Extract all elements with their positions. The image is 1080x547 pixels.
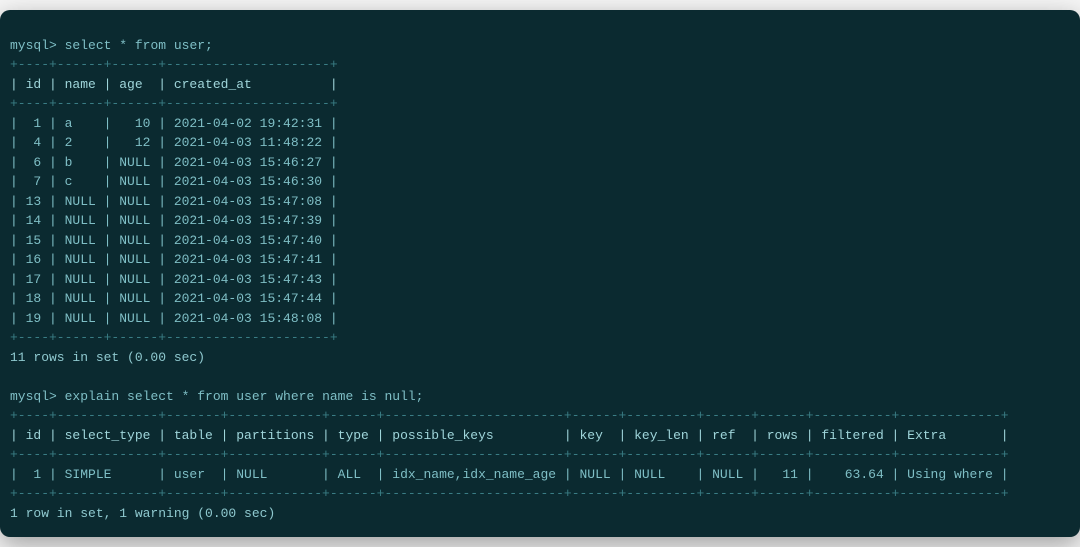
table2-border-top: +----+-------------+-------+------------…	[10, 408, 1009, 423]
table1-border-bottom: +----+------+------+--------------------…	[10, 330, 338, 345]
query1-status: 11 rows in set (0.00 sec)	[10, 350, 205, 365]
table1-border-mid: +----+------+------+--------------------…	[10, 96, 338, 111]
sql-query-2: explain select * from user where name is…	[65, 389, 424, 404]
blank-line	[10, 369, 18, 384]
table1-row: | 16 | NULL | NULL | 2021-04-03 15:47:41…	[10, 252, 338, 267]
prompt-line-1: mysql> select * from user;	[10, 38, 213, 53]
table1-row: | 13 | NULL | NULL | 2021-04-03 15:47:08…	[10, 194, 338, 209]
table2-border-mid: +----+-------------+-------+------------…	[10, 447, 1009, 462]
table1-row: | 18 | NULL | NULL | 2021-04-03 15:47:44…	[10, 291, 338, 306]
query2-status: 1 row in set, 1 warning (0.00 sec)	[10, 506, 275, 521]
table2-row: | 1 | SIMPLE | user | NULL | ALL | idx_n…	[10, 467, 1009, 482]
mysql-prompt: mysql>	[10, 38, 57, 53]
mysql-prompt: mysql>	[10, 389, 57, 404]
table2-header: | id | select_type | table | partitions …	[10, 428, 1009, 443]
terminal-window[interactable]: mysql> select * from user; +----+------+…	[0, 10, 1080, 537]
table1-header: | id | name | age | created_at |	[10, 77, 338, 92]
table1-row: | 15 | NULL | NULL | 2021-04-03 15:47:40…	[10, 233, 338, 248]
table1-row: | 19 | NULL | NULL | 2021-04-03 15:48:08…	[10, 311, 338, 326]
table1-row: | 4 | 2 | 12 | 2021-04-03 11:48:22 |	[10, 135, 338, 150]
table2-border-bottom: +----+-------------+-------+------------…	[10, 486, 1009, 501]
table1-row: | 6 | b | NULL | 2021-04-03 15:46:27 |	[10, 155, 338, 170]
sql-query-1: select * from user;	[65, 38, 213, 53]
table1-row: | 7 | c | NULL | 2021-04-03 15:46:30 |	[10, 174, 338, 189]
table1-row: | 14 | NULL | NULL | 2021-04-03 15:47:39…	[10, 213, 338, 228]
table1-border-top: +----+------+------+--------------------…	[10, 57, 338, 72]
table1-row: | 1 | a | 10 | 2021-04-02 19:42:31 |	[10, 116, 338, 131]
prompt-line-2: mysql> explain select * from user where …	[10, 389, 423, 404]
table1-row: | 17 | NULL | NULL | 2021-04-03 15:47:43…	[10, 272, 338, 287]
